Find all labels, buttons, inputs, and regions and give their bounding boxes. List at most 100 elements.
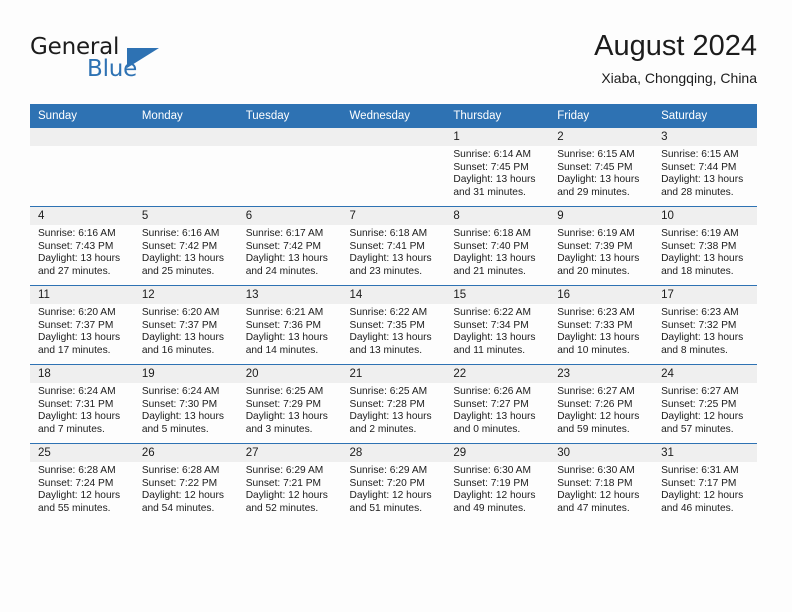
day-details: Sunrise: 6:18 AM Sunset: 7:41 PM Daylight:… [342, 225, 446, 278]
calendar-day-cell[interactable]: 31 Sunrise: 6:31 AM Sunset: 7:17 PM Dayligh… [653, 444, 757, 522]
weekday-header-tuesday: Tuesday [237, 104, 342, 128]
calendar-empty-cell [30, 128, 134, 206]
brand-logo[interactable]: General Blue [30, 34, 250, 90]
day-detail-line: Daylight: 13 hours [141, 411, 224, 423]
day-detail-line: Daylight: 12 hours [661, 490, 744, 502]
day-detail-line: Daylight: 13 hours [557, 253, 640, 265]
calendar-day-cell[interactable]: 19 Sunrise: 6:24 AM Sunset: 7:30 PM Dayligh… [133, 365, 238, 443]
calendar-day-cell[interactable]: 23 Sunrise: 6:27 AM Sunset: 7:26 PM Dayligh… [549, 365, 654, 443]
day-detail-line: Sunset: 7:20 PM [349, 477, 425, 489]
calendar-day-cell[interactable]: 6 Sunrise: 6:17 AM Sunset: 7:42 PM Daylight… [237, 207, 342, 285]
day-detail-line: Daylight: 13 hours [661, 332, 744, 344]
day-detail-line: and 46 minutes. [661, 502, 734, 514]
day-details: Sunrise: 6:24 AM Sunset: 7:31 PM Daylight:… [30, 383, 134, 436]
calendar-day-cell[interactable]: 15 Sunrise: 6:22 AM Sunset: 7:34 PM Dayligh… [445, 286, 550, 364]
calendar-week-row: 25 Sunrise: 6:28 AM Sunset: 7:24 PM Dayligh… [30, 443, 757, 522]
calendar-day-cell[interactable]: 5 Sunrise: 6:16 AM Sunset: 7:42 PM Daylight… [133, 207, 238, 285]
day-detail-line: Sunrise: 6:15 AM [661, 149, 739, 160]
day-detail-line: Sunrise: 6:22 AM [349, 307, 428, 318]
calendar-day-cell[interactable]: 27 Sunrise: 6:29 AM Sunset: 7:21 PM Dayligh… [237, 444, 342, 522]
day-detail-line: and 17 minutes. [38, 344, 111, 356]
calendar-table: Sunday Monday Tuesday Wednesday Thursday Frid… [30, 104, 757, 522]
calendar-day-cell[interactable]: 8 Sunrise: 6:18 AM Sunset: 7:40 PM Daylight… [445, 207, 550, 285]
day-number: 11 [30, 286, 134, 304]
day-detail-line: and 57 minutes. [661, 423, 734, 435]
calendar-day-cell[interactable]: 10 Sunrise: 6:19 AM Sunset: 7:38 PM Dayligh… [653, 207, 757, 285]
day-detail-line: Sunset: 7:26 PM [557, 398, 633, 410]
day-detail-line: Sunset: 7:31 PM [38, 398, 114, 410]
day-detail-line: Sunrise: 6:26 AM [453, 386, 531, 397]
day-number: 19 [133, 365, 238, 383]
page-title: August 2024 [594, 30, 757, 62]
day-detail-line: Sunrise: 6:19 AM [557, 228, 635, 239]
calendar-day-cell[interactable]: 4 Sunrise: 6:16 AM Sunset: 7:43 PM Daylight… [30, 207, 134, 285]
calendar-day-cell[interactable]: 1 Sunrise: 6:14 AM Sunset: 7:45 PM Daylight… [445, 128, 550, 206]
calendar-day-cell[interactable]: 9 Sunrise: 6:19 AM Sunset: 7:39 PM Daylight… [549, 207, 654, 285]
calendar-day-cell[interactable]: 7 Sunrise: 6:18 AM Sunset: 7:41 PM Daylight… [341, 207, 446, 285]
day-detail-line: Sunset: 7:34 PM [453, 319, 529, 331]
calendar-week-row: 1 Sunrise: 6:14 AM Sunset: 7:45 PM Daylight… [30, 128, 757, 207]
day-detail-line: Daylight: 13 hours [349, 332, 432, 344]
day-details [342, 146, 446, 149]
calendar-empty-cell [237, 128, 342, 206]
weekday-header-sunday: Sunday [30, 104, 134, 128]
day-detail-line: and 11 minutes. [453, 344, 526, 356]
day-detail-line: Sunrise: 6:21 AM [245, 307, 324, 318]
calendar-day-cell[interactable]: 18 Sunrise: 6:24 AM Sunset: 7:31 PM Dayligh… [30, 365, 134, 443]
calendar-day-cell[interactable]: 12 Sunrise: 6:20 AM Sunset: 7:37 PM Dayligh… [133, 286, 238, 364]
day-detail-line: Daylight: 13 hours [349, 253, 432, 265]
day-number: 12 [133, 286, 238, 304]
day-detail-line: Sunrise: 6:25 AM [349, 386, 428, 397]
calendar-week-row: 4 Sunrise: 6:16 AM Sunset: 7:43 PM Daylight… [30, 206, 757, 286]
day-number: 29 [445, 444, 550, 462]
calendar-day-cell[interactable]: 11 Sunrise: 6:20 AM Sunset: 7:37 PM Dayligh… [30, 286, 134, 364]
calendar-day-cell[interactable]: 29 Sunrise: 6:30 AM Sunset: 7:19 PM Dayligh… [445, 444, 550, 522]
day-number: 16 [549, 286, 654, 304]
calendar-day-cell[interactable]: 30 Sunrise: 6:30 AM Sunset: 7:18 PM Dayligh… [549, 444, 654, 522]
day-detail-line: Sunrise: 6:19 AM [661, 228, 739, 239]
calendar-day-cell[interactable]: 14 Sunrise: 6:22 AM Sunset: 7:35 PM Dayligh… [341, 286, 446, 364]
day-number: 26 [133, 444, 238, 462]
day-detail-line: and 52 minutes. [245, 502, 319, 514]
day-detail-line: Sunset: 7:17 PM [661, 477, 737, 489]
day-detail-line: Sunset: 7:29 PM [245, 398, 322, 410]
calendar-day-cell[interactable]: 25 Sunrise: 6:28 AM Sunset: 7:24 PM Dayligh… [30, 444, 134, 522]
calendar-day-cell[interactable]: 16 Sunrise: 6:23 AM Sunset: 7:33 PM Dayligh… [549, 286, 654, 364]
calendar-day-cell[interactable]: 2 Sunrise: 6:15 AM Sunset: 7:45 PM Daylight… [549, 128, 654, 206]
day-detail-line: Sunset: 7:35 PM [349, 319, 425, 331]
day-number: 2 [549, 128, 654, 146]
day-details: Sunrise: 6:22 AM Sunset: 7:34 PM Daylight:… [445, 304, 549, 357]
location-subtitle: Xiaba, Chongqing, China [601, 70, 757, 86]
day-detail-line: Sunset: 7:30 PM [141, 398, 218, 410]
calendar-day-cell[interactable]: 22 Sunrise: 6:26 AM Sunset: 7:27 PM Dayligh… [445, 365, 550, 443]
calendar-day-cell[interactable]: 24 Sunrise: 6:27 AM Sunset: 7:25 PM Dayligh… [653, 365, 757, 443]
calendar-day-cell[interactable]: 17 Sunrise: 6:23 AM Sunset: 7:32 PM Dayligh… [653, 286, 757, 364]
calendar-day-cell[interactable]: 28 Sunrise: 6:29 AM Sunset: 7:20 PM Dayligh… [341, 444, 446, 522]
day-detail-line: and 21 minutes. [453, 265, 526, 277]
day-number: 15 [445, 286, 550, 304]
day-detail-line: Daylight: 13 hours [141, 253, 224, 265]
day-detail-line: and 5 minutes. [141, 423, 209, 435]
day-detail-line: Daylight: 13 hours [661, 174, 744, 186]
calendar-day-cell[interactable]: 26 Sunrise: 6:28 AM Sunset: 7:22 PM Dayligh… [133, 444, 238, 522]
day-details: Sunrise: 6:19 AM Sunset: 7:38 PM Daylight:… [653, 225, 757, 278]
calendar-day-cell[interactable]: 20 Sunrise: 6:25 AM Sunset: 7:29 PM Dayligh… [237, 365, 342, 443]
day-number: 9 [549, 207, 654, 225]
day-detail-line: Sunset: 7:43 PM [38, 240, 114, 252]
calendar-day-cell[interactable]: 21 Sunrise: 6:25 AM Sunset: 7:28 PM Dayligh… [341, 365, 446, 443]
calendar-body: 1 Sunrise: 6:14 AM Sunset: 7:45 PM Daylight… [30, 128, 757, 522]
day-detail-line: Sunrise: 6:15 AM [557, 149, 635, 160]
day-details: Sunrise: 6:25 AM Sunset: 7:28 PM Daylight:… [342, 383, 446, 436]
day-details: Sunrise: 6:19 AM Sunset: 7:39 PM Daylight:… [549, 225, 653, 278]
day-detail-line: Daylight: 13 hours [453, 174, 536, 186]
day-detail-line: Sunset: 7:25 PM [661, 398, 737, 410]
day-detail-line: Daylight: 12 hours [349, 490, 432, 502]
day-number: 23 [549, 365, 654, 383]
day-number: 4 [30, 207, 134, 225]
day-detail-line: and 2 minutes. [349, 423, 417, 435]
day-number [341, 128, 446, 146]
day-number: 24 [653, 365, 757, 383]
calendar-day-cell[interactable]: 3 Sunrise: 6:15 AM Sunset: 7:44 PM Daylight… [653, 128, 757, 206]
day-detail-line: Daylight: 13 hours [245, 411, 328, 423]
calendar-day-cell[interactable]: 13 Sunrise: 6:21 AM Sunset: 7:36 PM Dayligh… [237, 286, 342, 364]
